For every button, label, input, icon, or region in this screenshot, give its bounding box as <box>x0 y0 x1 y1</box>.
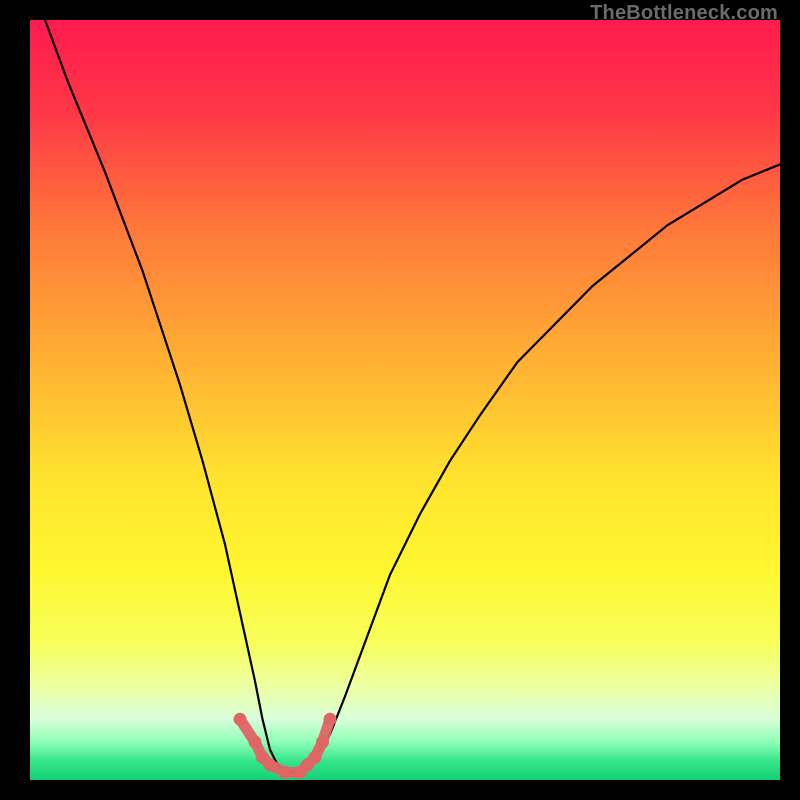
marker-dot <box>309 751 322 764</box>
marker-dot <box>324 713 337 726</box>
marker-dot <box>234 713 247 726</box>
marker-dot <box>249 736 262 749</box>
plot-area <box>30 20 780 780</box>
marker-dot <box>264 758 277 771</box>
gradient-background <box>30 20 780 780</box>
bottleneck-curve-chart <box>30 20 780 780</box>
marker-dot <box>316 736 329 749</box>
marker-dot <box>279 766 292 779</box>
chart-frame: TheBottleneck.com <box>0 0 800 800</box>
